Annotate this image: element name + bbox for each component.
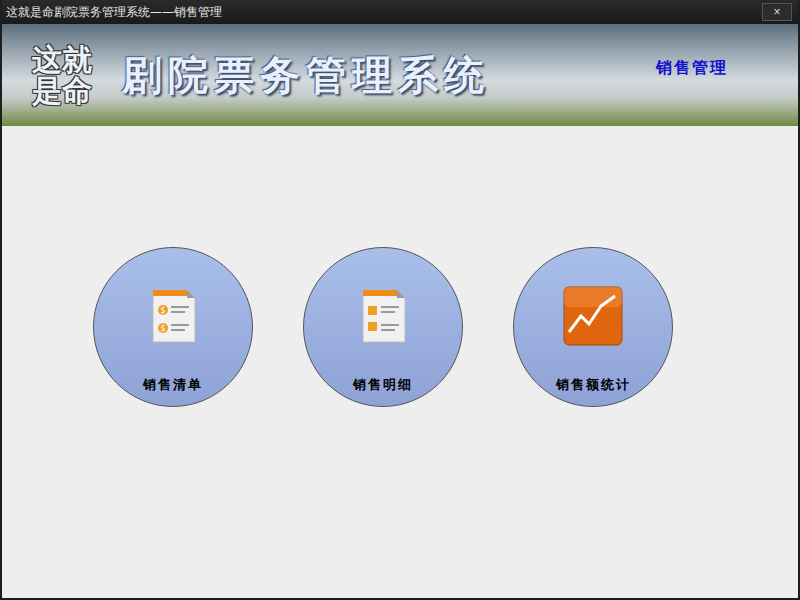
menu-button[interactable]: $$ 销售清单 [93, 247, 253, 407]
banner-title: 剧院票务管理系统 [122, 48, 626, 103]
logo: 这就是命 [32, 44, 92, 107]
app-window: 这就是命剧院票务管理系统——销售管理 × 这就是命 剧院票务管理系统 销售管理 … [0, 0, 800, 600]
title-bar: 这就是命剧院票务管理系统——销售管理 × [2, 0, 798, 24]
content-area: $$ 销售清单 销售明细 销售额统计 [2, 126, 798, 598]
svg-text:$: $ [160, 324, 165, 333]
window-title: 这就是命剧院票务管理系统——销售管理 [6, 4, 222, 21]
svg-text:$: $ [160, 306, 165, 315]
menu-button[interactable]: 销售额统计 [513, 247, 673, 407]
invoice-icon: $$ [143, 286, 203, 346]
close-button[interactable]: × [762, 3, 792, 21]
document-icon [353, 286, 413, 346]
section-title: 销售管理 [656, 58, 728, 79]
menu-label: 销售额统计 [556, 376, 631, 394]
menu-label: 销售明细 [353, 376, 413, 394]
banner: 这就是命 剧院票务管理系统 销售管理 [2, 24, 798, 126]
menu-label: 销售清单 [143, 376, 203, 394]
chart-icon [563, 286, 623, 346]
menu-button[interactable]: 销售明细 [303, 247, 463, 407]
